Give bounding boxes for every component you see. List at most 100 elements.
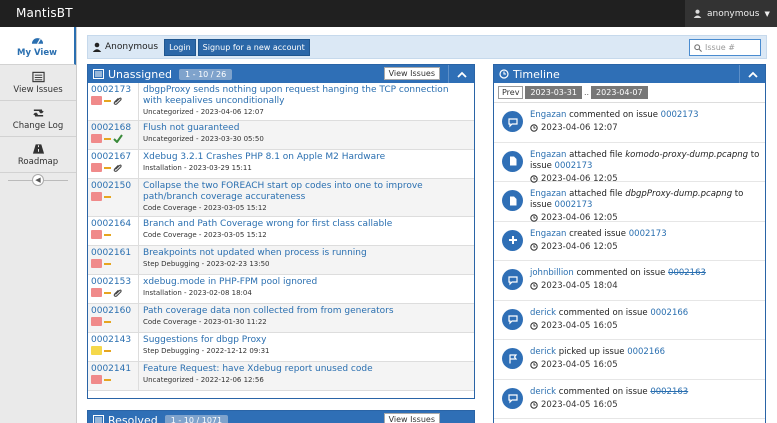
issue-summary-link[interactable]: Breakpoints not updated when process is … [143, 248, 470, 259]
issue-id-link[interactable]: 0002160 [91, 306, 131, 316]
timeline-timestamp: 2023-04-05 16:05 [541, 360, 618, 370]
brand-title[interactable]: MantisBT [16, 6, 73, 20]
priority-minus-icon [104, 349, 111, 352]
timeline-item: Engazan attached file komodo-proxy-dump.… [494, 143, 765, 184]
timeline-description: derick commented on issue 0002166 [530, 308, 765, 319]
priority-minus-icon [104, 166, 111, 169]
timeline-prev-button[interactable]: Prev [498, 86, 524, 99]
table-row: 0002168 Flush not guaranteed Uncategorized… [88, 121, 474, 150]
timeline-user-link[interactable]: Engazan [530, 150, 566, 160]
sidebar: My View View Issues Change Log Roadmap ◀ [0, 27, 77, 423]
login-button[interactable]: Login [164, 38, 196, 56]
clock-icon [530, 400, 538, 409]
file-icon [502, 150, 523, 172]
timeline-issue-link[interactable]: 0002173 [629, 229, 667, 239]
timeline-file-name: komodo-proxy-dump.pcapng [625, 149, 749, 160]
breadcrumb: Anonymous Login Signup for a new account… [87, 35, 767, 59]
timeline-description: Engazan attached file komodo-proxy-dump.… [530, 150, 765, 172]
timeline-issue-link[interactable]: 0002166 [627, 347, 665, 357]
timeline-timestamp: 2023-04-05 16:05 [541, 399, 618, 410]
timeline-description: Engazan commented on issue 0002173 [530, 110, 765, 121]
view-issues-button[interactable]: View Issues [383, 67, 440, 80]
timeline-panel: Timeline Prev 2023-03-31 .. 2023-04-07 E… [493, 64, 766, 423]
timeline-date-range: Prev 2023-03-31 .. 2023-04-07 [494, 83, 765, 103]
resolved-title[interactable]: Resolved [108, 414, 158, 423]
comment-icon [502, 387, 523, 409]
priority-minus-icon [104, 378, 111, 381]
issue-id-link[interactable]: 0002164 [91, 219, 131, 229]
issue-id-link[interactable]: 0002161 [91, 248, 131, 258]
sidebar-item-my-view[interactable]: My View [0, 27, 76, 65]
clock-icon [530, 361, 538, 369]
issue-meta: Installation - 2023-02-08 18:04 [143, 289, 252, 297]
issue-id-link[interactable]: 0002143 [91, 335, 131, 345]
clock-icon [530, 124, 538, 132]
sidebar-item-roadmap[interactable]: Roadmap [0, 137, 76, 173]
timeline-issue-link[interactable]: 0002163 [650, 387, 688, 397]
timeline-user-link[interactable]: Engazan [530, 110, 566, 120]
signup-button[interactable]: Signup for a new account [197, 38, 310, 56]
timeline-description: Engazan created issue 0002173 [530, 229, 765, 240]
priority-minus-icon [104, 262, 111, 265]
issue-id-link[interactable]: 0002150 [91, 181, 131, 191]
issue-id-link[interactable]: 0002141 [91, 364, 131, 374]
timeline-action: created issue [566, 228, 629, 239]
timeline-user-link[interactable]: Engazan [530, 189, 566, 199]
timeline-issue-link[interactable]: 0002166 [650, 308, 688, 318]
timeline-user-link[interactable]: Engazan [530, 229, 566, 239]
sidebar-item-view-issues[interactable]: View Issues [0, 65, 76, 101]
resolved-panel-header: Resolved 1 - 10 / 1071 View Issues [88, 411, 474, 423]
timeline-description: derick commented on issue 0002163 [530, 387, 765, 398]
file-icon [502, 190, 523, 211]
priority-minus-icon [104, 291, 111, 294]
table-row: 0002143 Suggestions for dbgp Proxy Step De… [88, 333, 474, 362]
issue-id-link[interactable]: 0002168 [91, 123, 131, 133]
issue-meta: Installation - 2023-03-29 15:11 [143, 164, 252, 172]
issue-id-link[interactable]: 0002153 [91, 277, 131, 287]
issue-summary-link[interactable]: dbgpProxy sends nothing upon request han… [143, 85, 470, 107]
status-color-square [91, 346, 102, 355]
issue-search-input[interactable]: Issue # [689, 39, 761, 56]
timeline-user-link[interactable]: johnbillion [530, 268, 574, 278]
timeline-issue-link[interactable]: 0002163 [668, 268, 706, 278]
issue-status-icons [91, 134, 135, 143]
issue-id-cell: 0002150 [88, 179, 139, 216]
issue-summary-link[interactable]: Feature Request: have Xdebug report unus… [143, 364, 470, 375]
issue-summary-link[interactable]: Collapse the two FOREACH start op codes … [143, 181, 470, 203]
sidebar-item-label: Change Log [12, 120, 64, 131]
issue-summary-link[interactable]: Suggestions for dbgp Proxy [143, 335, 470, 346]
timeline-user-link[interactable]: derick [530, 387, 556, 397]
priority-minus-icon [104, 137, 111, 140]
sidebar-collapse-toggle[interactable]: ◀ [0, 173, 76, 187]
clock-icon [530, 242, 538, 251]
sidebar-item-change-log[interactable]: Change Log [0, 101, 76, 137]
collapse-panel-button[interactable] [739, 65, 765, 83]
issue-summary-link[interactable]: Branch and Path Coverage wrong for first… [143, 219, 470, 230]
issue-summary-link[interactable]: Xdebug 3.2.1 Crashes PHP 8.1 on Apple M2… [143, 152, 470, 163]
issue-id-link[interactable]: 0002167 [91, 152, 131, 162]
user-menu-button[interactable]: anonymous ▼ [685, 0, 777, 27]
issue-meta: Uncategorized - 2023-04-06 12:07 [143, 108, 264, 116]
unassigned-title[interactable]: Unassigned [108, 68, 172, 81]
timeline-issue-link[interactable]: 0002173 [555, 161, 593, 171]
priority-minus-icon [104, 99, 111, 102]
collapse-panel-button[interactable] [448, 65, 474, 83]
issue-id-cell: 0002161 [88, 246, 139, 274]
timeline-time: 2023-04-06 12:07 [530, 123, 765, 133]
issue-summary-link[interactable]: Flush not guaranteed [143, 123, 470, 134]
view-issues-button[interactable]: View Issues [383, 413, 440, 423]
timeline-user-link[interactable]: derick [530, 347, 556, 357]
timeline-event-list: Engazan commented on issue 0002173 2023-0… [494, 103, 765, 419]
issue-summary-link[interactable]: Path coverage data non collected from fr… [143, 306, 470, 317]
issue-summary-link[interactable]: xdebug.mode in PHP-FPM pool ignored [143, 277, 470, 288]
timeline-item: derick commented on issue 0002166 2023-04… [494, 301, 765, 340]
issue-id-link[interactable]: 0002173 [91, 85, 131, 95]
sidebar-item-label: Roadmap [17, 156, 59, 167]
clock-icon [530, 282, 538, 290]
timeline-issue-link[interactable]: 0002173 [661, 110, 699, 120]
timeline-user-link[interactable]: derick [530, 308, 556, 318]
sidebar-item-label: View Issues [13, 84, 63, 95]
comment-icon [502, 111, 523, 132]
issue-summary-cell: Suggestions for dbgp Proxy Step Debugging… [139, 333, 474, 361]
timeline-issue-link[interactable]: 0002173 [555, 200, 593, 210]
